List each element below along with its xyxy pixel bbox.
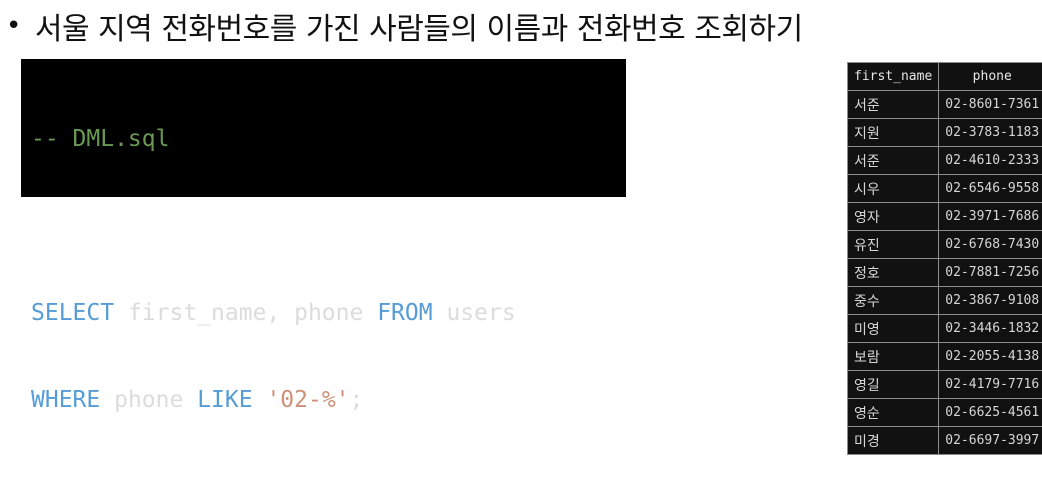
code-table-name: users (432, 300, 516, 326)
cell-first-name: 중수 (846, 286, 940, 315)
table-row: 중수 02-3867-9108 (846, 286, 1042, 315)
cell-phone: 02-6768-7430 (938, 230, 1042, 259)
code-columns: first_name, phone (114, 300, 378, 326)
cell-first-name: 서준 (846, 90, 940, 119)
slide-heading: • 서울 지역 전화번호를 가진 사람들의 이름과 전화번호 조회하기 (6, 6, 803, 47)
code-pattern-string: '02-%' (266, 387, 350, 413)
cell-first-name: 보람 (846, 342, 940, 371)
keyword-like: LIKE (197, 387, 253, 413)
code-line-select: SELECT first_name, phone FROM users (31, 299, 616, 328)
table-row: 정호 02-7881-7256 (846, 258, 1042, 287)
table-row: 보람 02-2055-4138 (846, 342, 1042, 371)
table-body: 서준 02-8601-7361 지원 02-3783-1183 서준 02-4610-23… (846, 90, 1042, 455)
cell-phone: 02-3971-7686 (938, 202, 1042, 231)
cell-phone: 02-3867-9108 (938, 286, 1042, 315)
code-where-column: phone (100, 387, 198, 413)
sql-code-block: -- DML.sql SELECT first_name, phone FROM… (21, 59, 626, 413)
cell-phone: 02-7881-7256 (938, 258, 1042, 287)
cell-phone: 02-6697-3997 (938, 426, 1042, 455)
heading-text: 서울 지역 전화번호를 가진 사람들의 이름과 전화번호 조회하기 (34, 12, 803, 47)
table-row: 미영 02-3446-1832 (846, 314, 1042, 343)
code-semicolon: ; (349, 387, 364, 413)
cell-phone: 02-6546-9558 (938, 174, 1042, 203)
bullet-point: • (6, 11, 21, 41)
cell-first-name: 영순 (846, 398, 940, 427)
keyword-select: SELECT (31, 300, 115, 326)
code-line-comment: -- DML.sql (31, 125, 616, 154)
table-row: 서준 02-8601-7361 (846, 90, 1042, 119)
cell-phone: 02-6625-4561 (938, 398, 1042, 427)
code-line-where: WHERE phone LIKE '02-%'; (31, 386, 616, 415)
table-row: 영순 02-6625-4561 (846, 398, 1042, 427)
cell-first-name: 시우 (846, 174, 940, 203)
table-row: 서준 02-4610-2333 (846, 146, 1042, 175)
cell-phone: 02-4610-2333 (938, 146, 1042, 175)
table-row: 유진 02-6768-7430 (846, 230, 1042, 259)
table-row: 영자 02-3971-7686 (846, 202, 1042, 231)
table-row: 영길 02-4179-7716 (846, 370, 1042, 399)
table-header-row: first_name phone (846, 62, 1042, 91)
cell-first-name: 유진 (846, 230, 940, 259)
query-result-table: first_name phone 서준 02-8601-7361 지원 02-3783… (846, 62, 1042, 455)
column-header-phone: phone (938, 62, 1042, 91)
cell-phone: 02-3446-1832 (938, 314, 1042, 343)
table-row: 미경 02-6697-3997 (846, 426, 1042, 455)
code-comment: -- DML.sql (31, 126, 170, 152)
cell-first-name: 영길 (846, 370, 940, 399)
column-header-first-name: first_name (846, 62, 940, 91)
cell-phone: 02-3783-1183 (938, 118, 1042, 147)
cell-phone: 02-4179-7716 (938, 370, 1042, 399)
table-row: 지원 02-3783-1183 (846, 118, 1042, 147)
keyword-from: FROM (377, 300, 433, 326)
table-row: 시우 02-6546-9558 (846, 174, 1042, 203)
keyword-where: WHERE (31, 387, 101, 413)
cell-first-name: 미영 (846, 314, 940, 343)
cell-phone: 02-8601-7361 (938, 90, 1042, 119)
cell-first-name: 영자 (846, 202, 940, 231)
cell-first-name: 지원 (846, 118, 940, 147)
cell-phone: 02-2055-4138 (938, 342, 1042, 371)
cell-first-name: 서준 (846, 146, 940, 175)
cell-first-name: 정호 (846, 258, 940, 287)
cell-first-name: 미경 (846, 426, 940, 455)
